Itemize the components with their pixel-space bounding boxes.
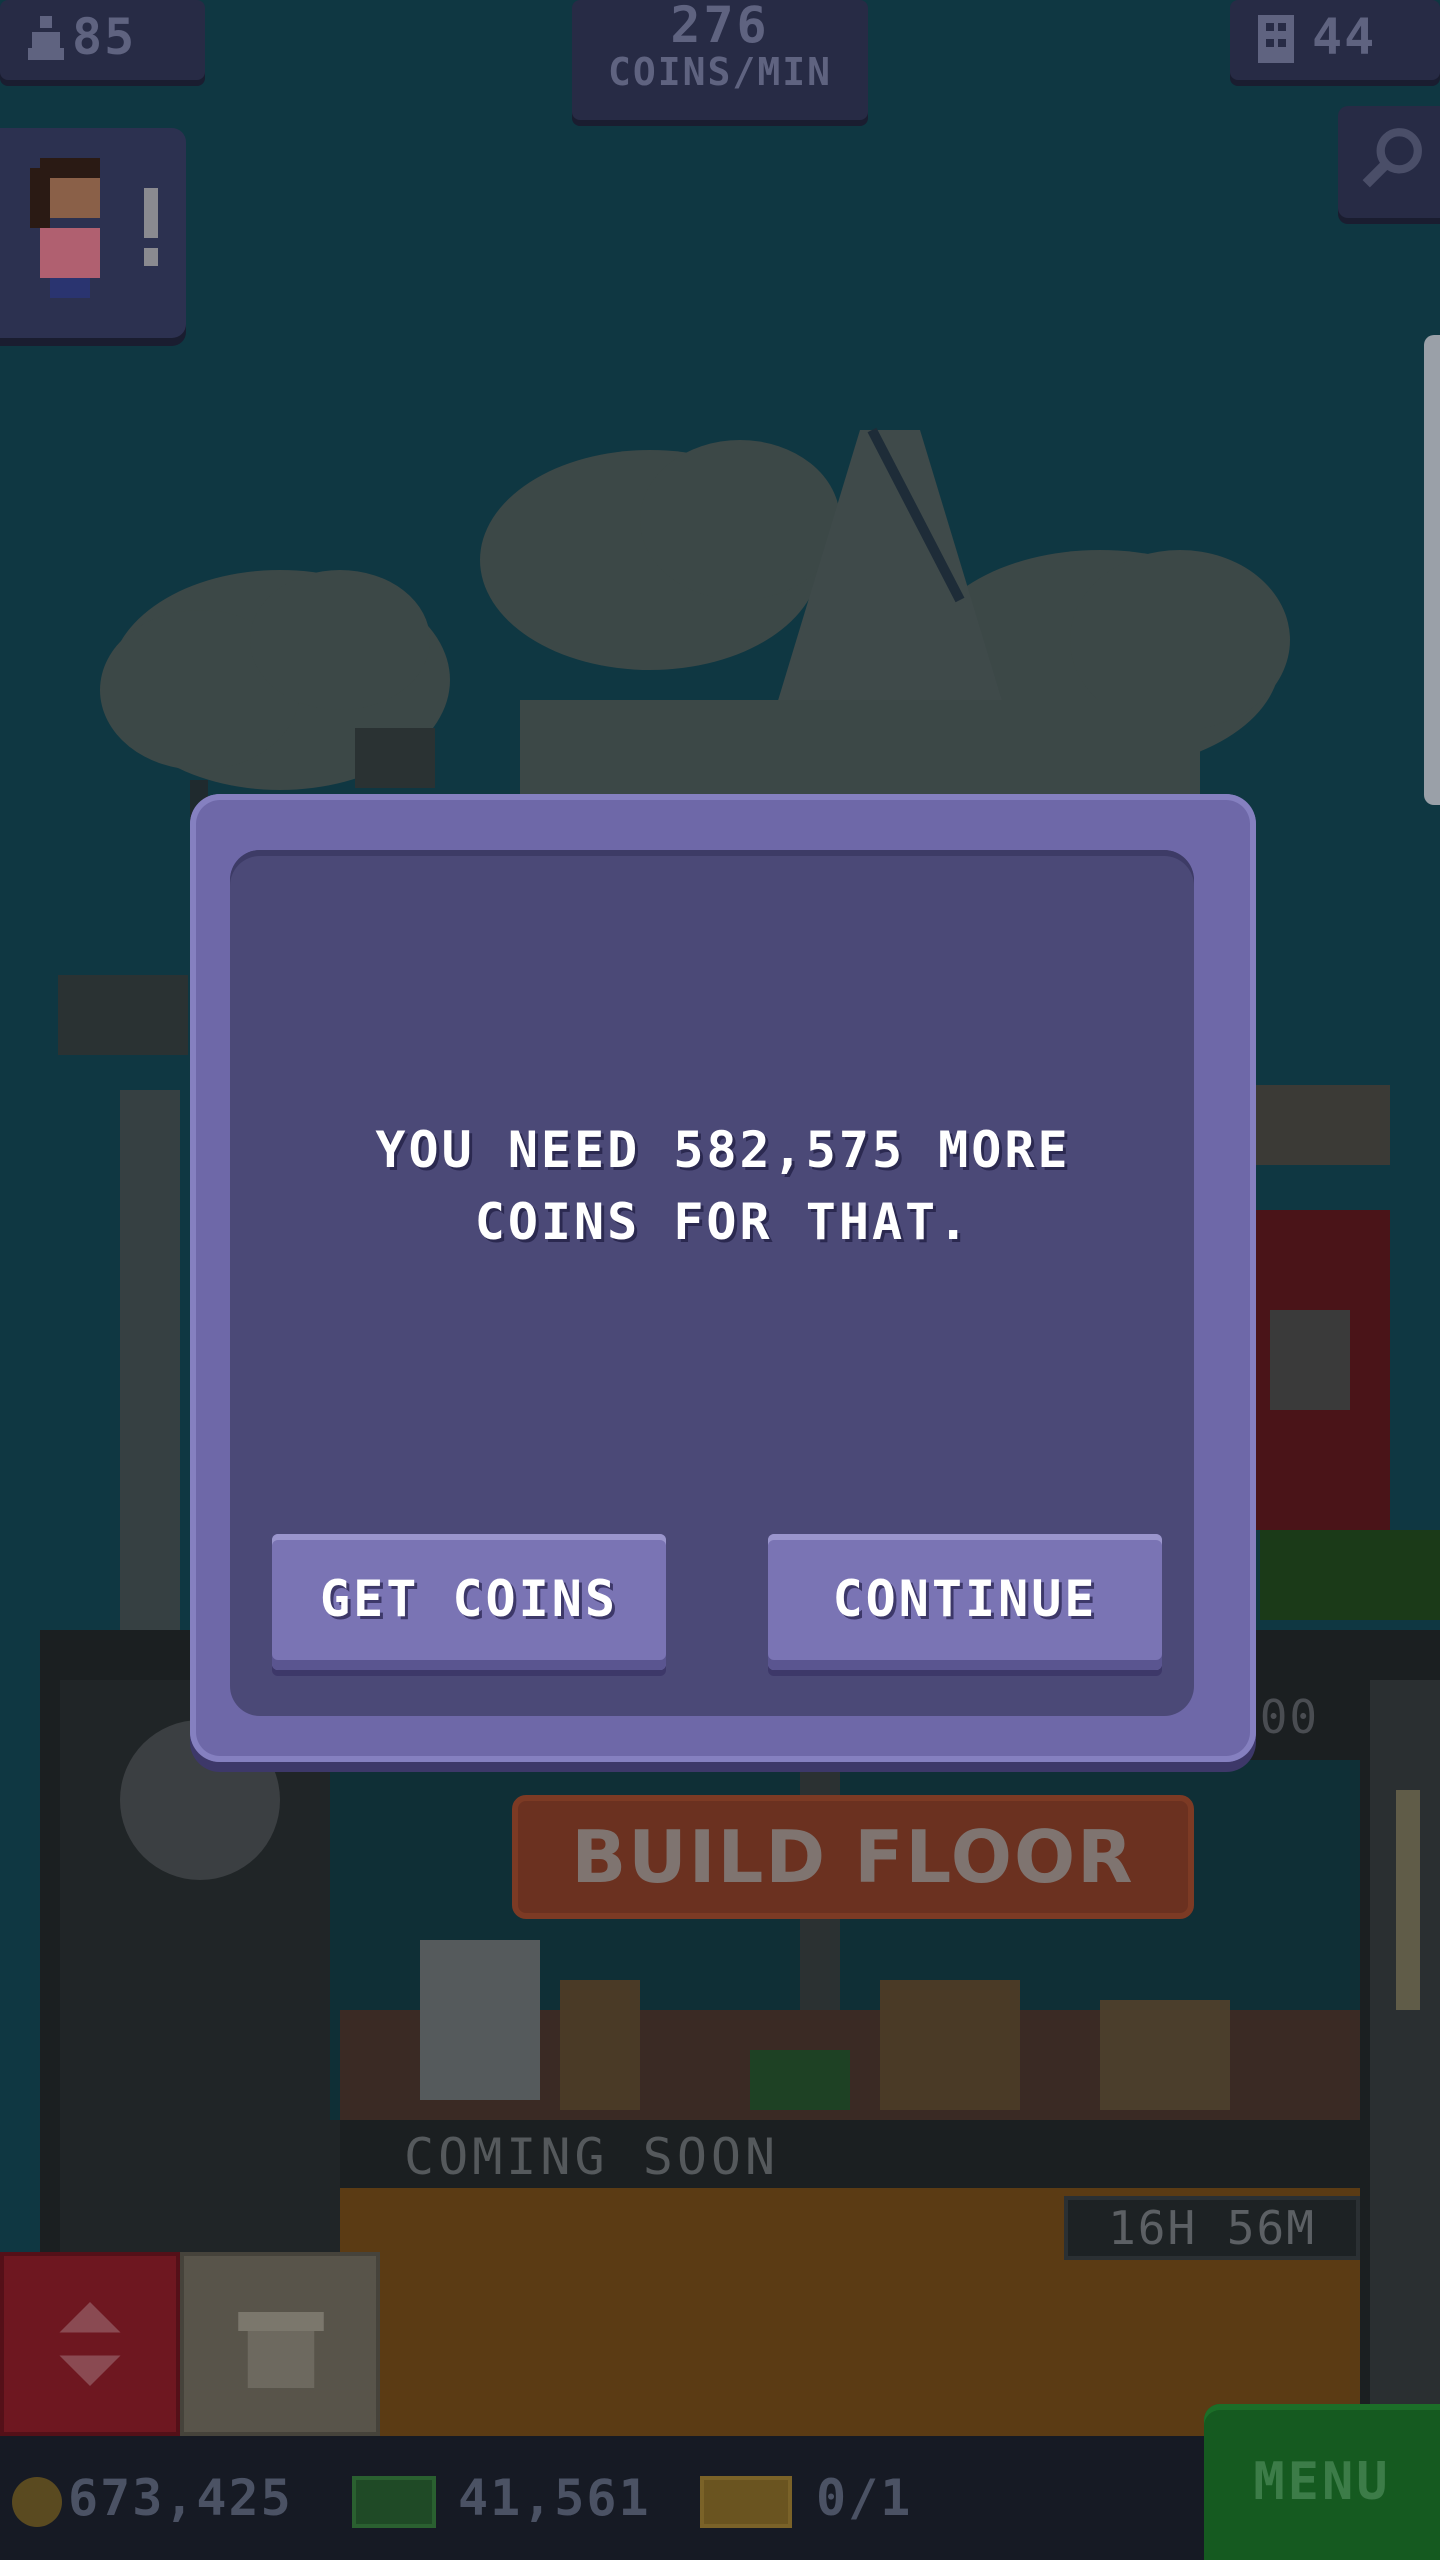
- coins-total: 673,425: [0, 2436, 293, 2560]
- elevator-button[interactable]: [0, 2252, 180, 2436]
- bux-icon: [352, 2475, 436, 2528]
- population-counter[interactable]: 85: [0, 0, 205, 80]
- tickets-value: 0/1: [816, 2469, 913, 2527]
- building-icon: [1258, 15, 1294, 63]
- population-value: 85: [72, 8, 137, 66]
- coins-rate-panel: 276 COINS/MIN: [572, 0, 868, 120]
- alert-icon: [144, 188, 158, 248]
- bitizen-avatar-button[interactable]: [0, 128, 186, 338]
- bitizen-avatar: [30, 158, 100, 298]
- build-floor-label: BUILD FLOOR: [571, 1815, 1135, 1899]
- ticket-icon: [700, 2475, 792, 2528]
- box-icon: [238, 2312, 324, 2388]
- continue-button[interactable]: CONTINUE: [768, 1534, 1162, 1670]
- bux-value: 41,561: [458, 2469, 651, 2527]
- coins-rate-value: 276: [670, 0, 770, 54]
- up-down-arrows-icon: [59, 2302, 121, 2386]
- build-floor-button[interactable]: BUILD FLOOR: [512, 1795, 1194, 1919]
- side-drawer-handle[interactable]: [1424, 335, 1440, 805]
- magnifier-icon: [1362, 128, 1422, 188]
- menu-button[interactable]: MENU: [1204, 2404, 1440, 2560]
- tickets-total: 0/1: [700, 2436, 912, 2560]
- dialog-message-line2: COINS FOR THAT.: [474, 1193, 972, 1251]
- coming-soon-label: COMING SOON: [404, 2128, 780, 2186]
- floors-counter[interactable]: 44: [1230, 0, 1440, 80]
- bux-total: 41,561: [352, 2436, 651, 2560]
- get-coins-button[interactable]: GET COINS: [272, 1534, 666, 1670]
- floors-value: 44: [1312, 8, 1377, 66]
- coin-icon: [12, 2476, 62, 2527]
- coins-value: 673,425: [68, 2469, 293, 2527]
- search-button[interactable]: [1338, 106, 1440, 218]
- insufficient-coins-dialog: YOU NEED 582,575 MORE COINS FOR THAT. GE…: [190, 794, 1256, 1762]
- coins-rate-label: COINS/MIN: [608, 50, 832, 94]
- dialog-message-line1: YOU NEED 582,575 MORE: [375, 1121, 1071, 1179]
- storage-button[interactable]: [180, 2252, 380, 2436]
- dialog-message: YOU NEED 582,575 MORE COINS FOR THAT.: [190, 1114, 1256, 1258]
- construction-timer: 16H 56M: [1064, 2196, 1360, 2260]
- person-icon: [28, 16, 64, 60]
